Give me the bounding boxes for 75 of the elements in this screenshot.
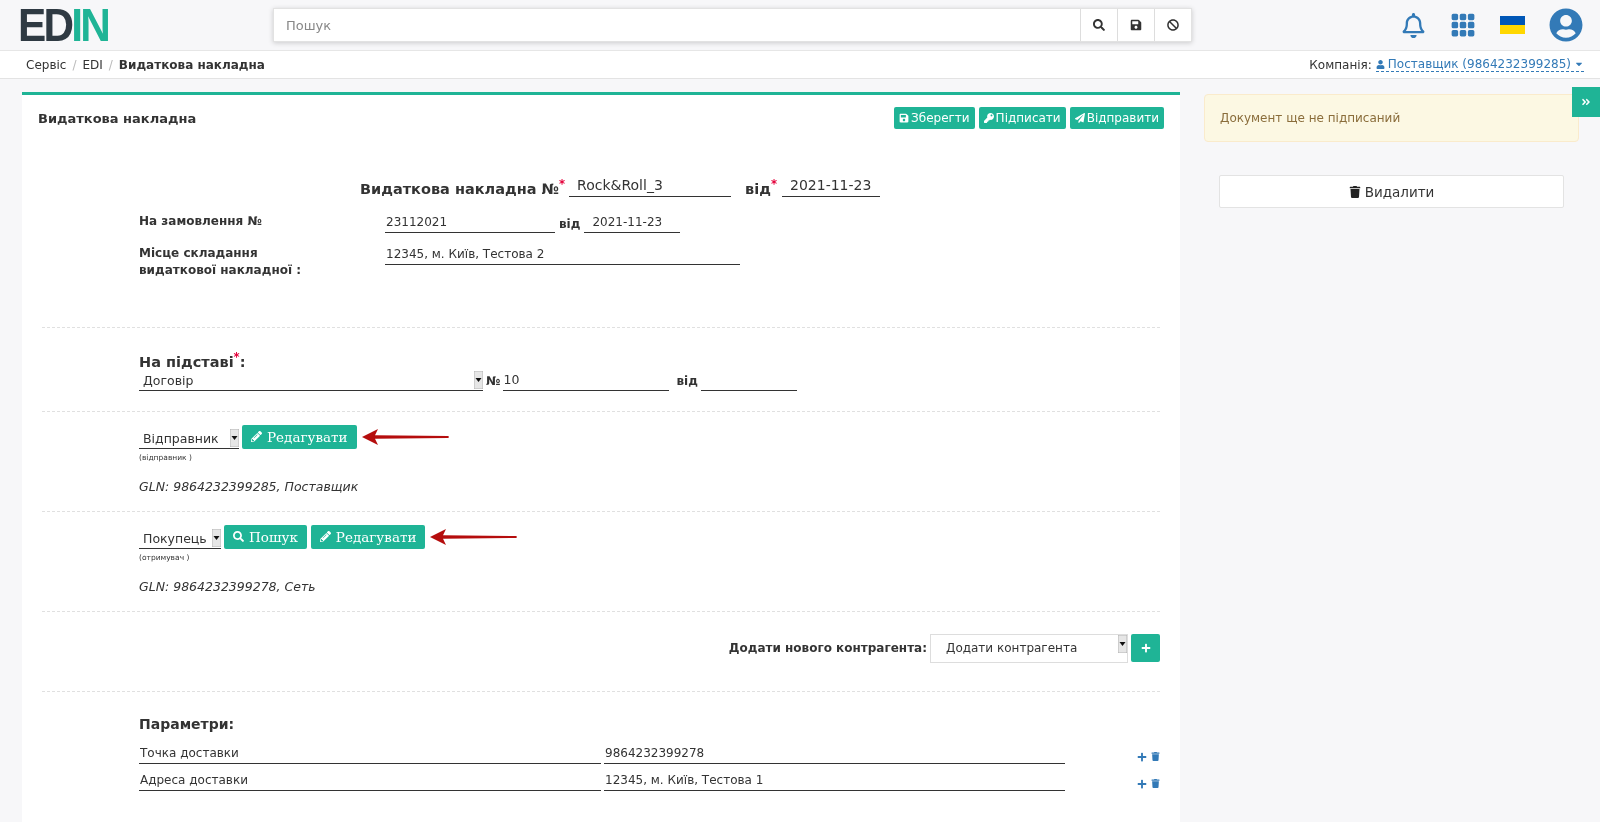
dropdown-arrow-icon [230,428,239,447]
clear-search-button[interactable] [1154,9,1191,41]
pencil-icon [319,531,331,543]
add-counterparty-label: Додати нового контрагента: [728,641,927,656]
search-field[interactable]: Пошук [274,9,1080,41]
party-select[interactable]: Відправник [139,428,239,449]
place-label: Місце складання видаткової накладної : [139,245,302,280]
save-icon [899,113,910,123]
bell-icon [1401,12,1426,38]
pencil-icon [251,431,262,443]
key-icon [983,113,994,123]
document-date-field[interactable]: 2021-11-23 [782,175,880,197]
delete-button[interactable]: Видалити [1219,175,1564,208]
flag-icon[interactable] [1500,16,1525,34]
breadcrumb-separator: / [72,57,77,72]
add-button[interactable] [1131,634,1160,663]
company-dropdown[interactable]: Поставщик (9864232399285) [1375,57,1584,72]
company-label: Компанія: [1309,57,1372,72]
search-icon [1093,19,1105,31]
delete-row-button[interactable] [1151,752,1160,762]
plus-icon [1140,643,1151,654]
trash-icon [1151,779,1160,789]
counterparty-select[interactable]: Додати контрагента [930,633,1128,663]
search-icon [233,531,244,543]
breadcrumb-separator: / [108,57,113,72]
date-label: від$^{*}$ [745,177,777,197]
save-icon [1130,19,1142,31]
user-icon [1375,59,1385,69]
order-label: На замовлення № [139,213,262,230]
document-title: Видаткова накладна №$^{*}$ [360,177,566,197]
basis-number-field[interactable]: 10 [503,370,670,391]
number-label: № [486,373,501,391]
avatar-icon [1549,8,1583,42]
parameter-value-field[interactable]: 12345, м. Київ, Тестова 1 [604,770,1065,791]
basis-select[interactable]: Договір [139,370,483,391]
logo[interactable]: EDIN [18,2,109,48]
breadcrumb-link[interactable]: Видаткова накладна [118,57,265,72]
profile-button[interactable] [1549,8,1583,42]
basis-label: На підставі$^{*}$: [139,349,246,370]
breadcrumb-link[interactable]: EDI [82,57,103,72]
double-chevron-right-icon [1581,97,1591,107]
notifications-button[interactable] [1401,12,1426,38]
plus-icon [1137,751,1147,762]
date-label: від [559,215,581,233]
order-number-field[interactable]: 23112021 [385,213,555,233]
paper-plane-icon [1074,113,1085,123]
plus-icon [1137,778,1147,789]
ban-icon [1167,19,1179,31]
parameters-title: Параметри: [139,715,235,732]
dropdown-arrow-icon [1118,634,1127,653]
date-label: від [676,373,698,391]
search-bar[interactable]: Пошук [273,8,1192,42]
parameter-name-field[interactable]: Адреса доставки [139,770,601,791]
dropdown-arrow-icon [474,370,483,389]
party-select[interactable]: Покупець [139,528,221,549]
add-row-button[interactable] [1137,751,1147,762]
trash-icon [1348,185,1361,198]
grid-icon [1450,12,1476,38]
place-field[interactable]: 12345, м. Київ, Тестова 2 [385,245,740,265]
breadcrumb-link[interactable]: Сервіс [26,57,67,72]
panel-title: Видаткова накладна [38,110,197,126]
parameter-value-field[interactable]: 9864232399278 [604,743,1065,764]
order-date-field[interactable]: 2021-11-23 [584,213,681,233]
apps-button[interactable] [1450,12,1476,38]
search-button[interactable] [1080,9,1117,41]
gln-text: GLN: 9864232399278, Сеть [139,578,316,594]
document-number-field[interactable]: Rock&Roll_3 [569,175,732,197]
parameter-name-field[interactable]: Точка доставки [139,743,601,764]
dropdown-arrow-icon [212,528,221,547]
trash-icon [1151,752,1160,762]
add-row-button[interactable] [1137,778,1147,789]
save-search-button[interactable] [1117,9,1154,41]
delete-row-button[interactable] [1151,779,1160,789]
gln-text: GLN: 9864232399285, Поставщик [139,478,359,494]
warning-alert: Документ ще не підписаний [1204,94,1579,142]
